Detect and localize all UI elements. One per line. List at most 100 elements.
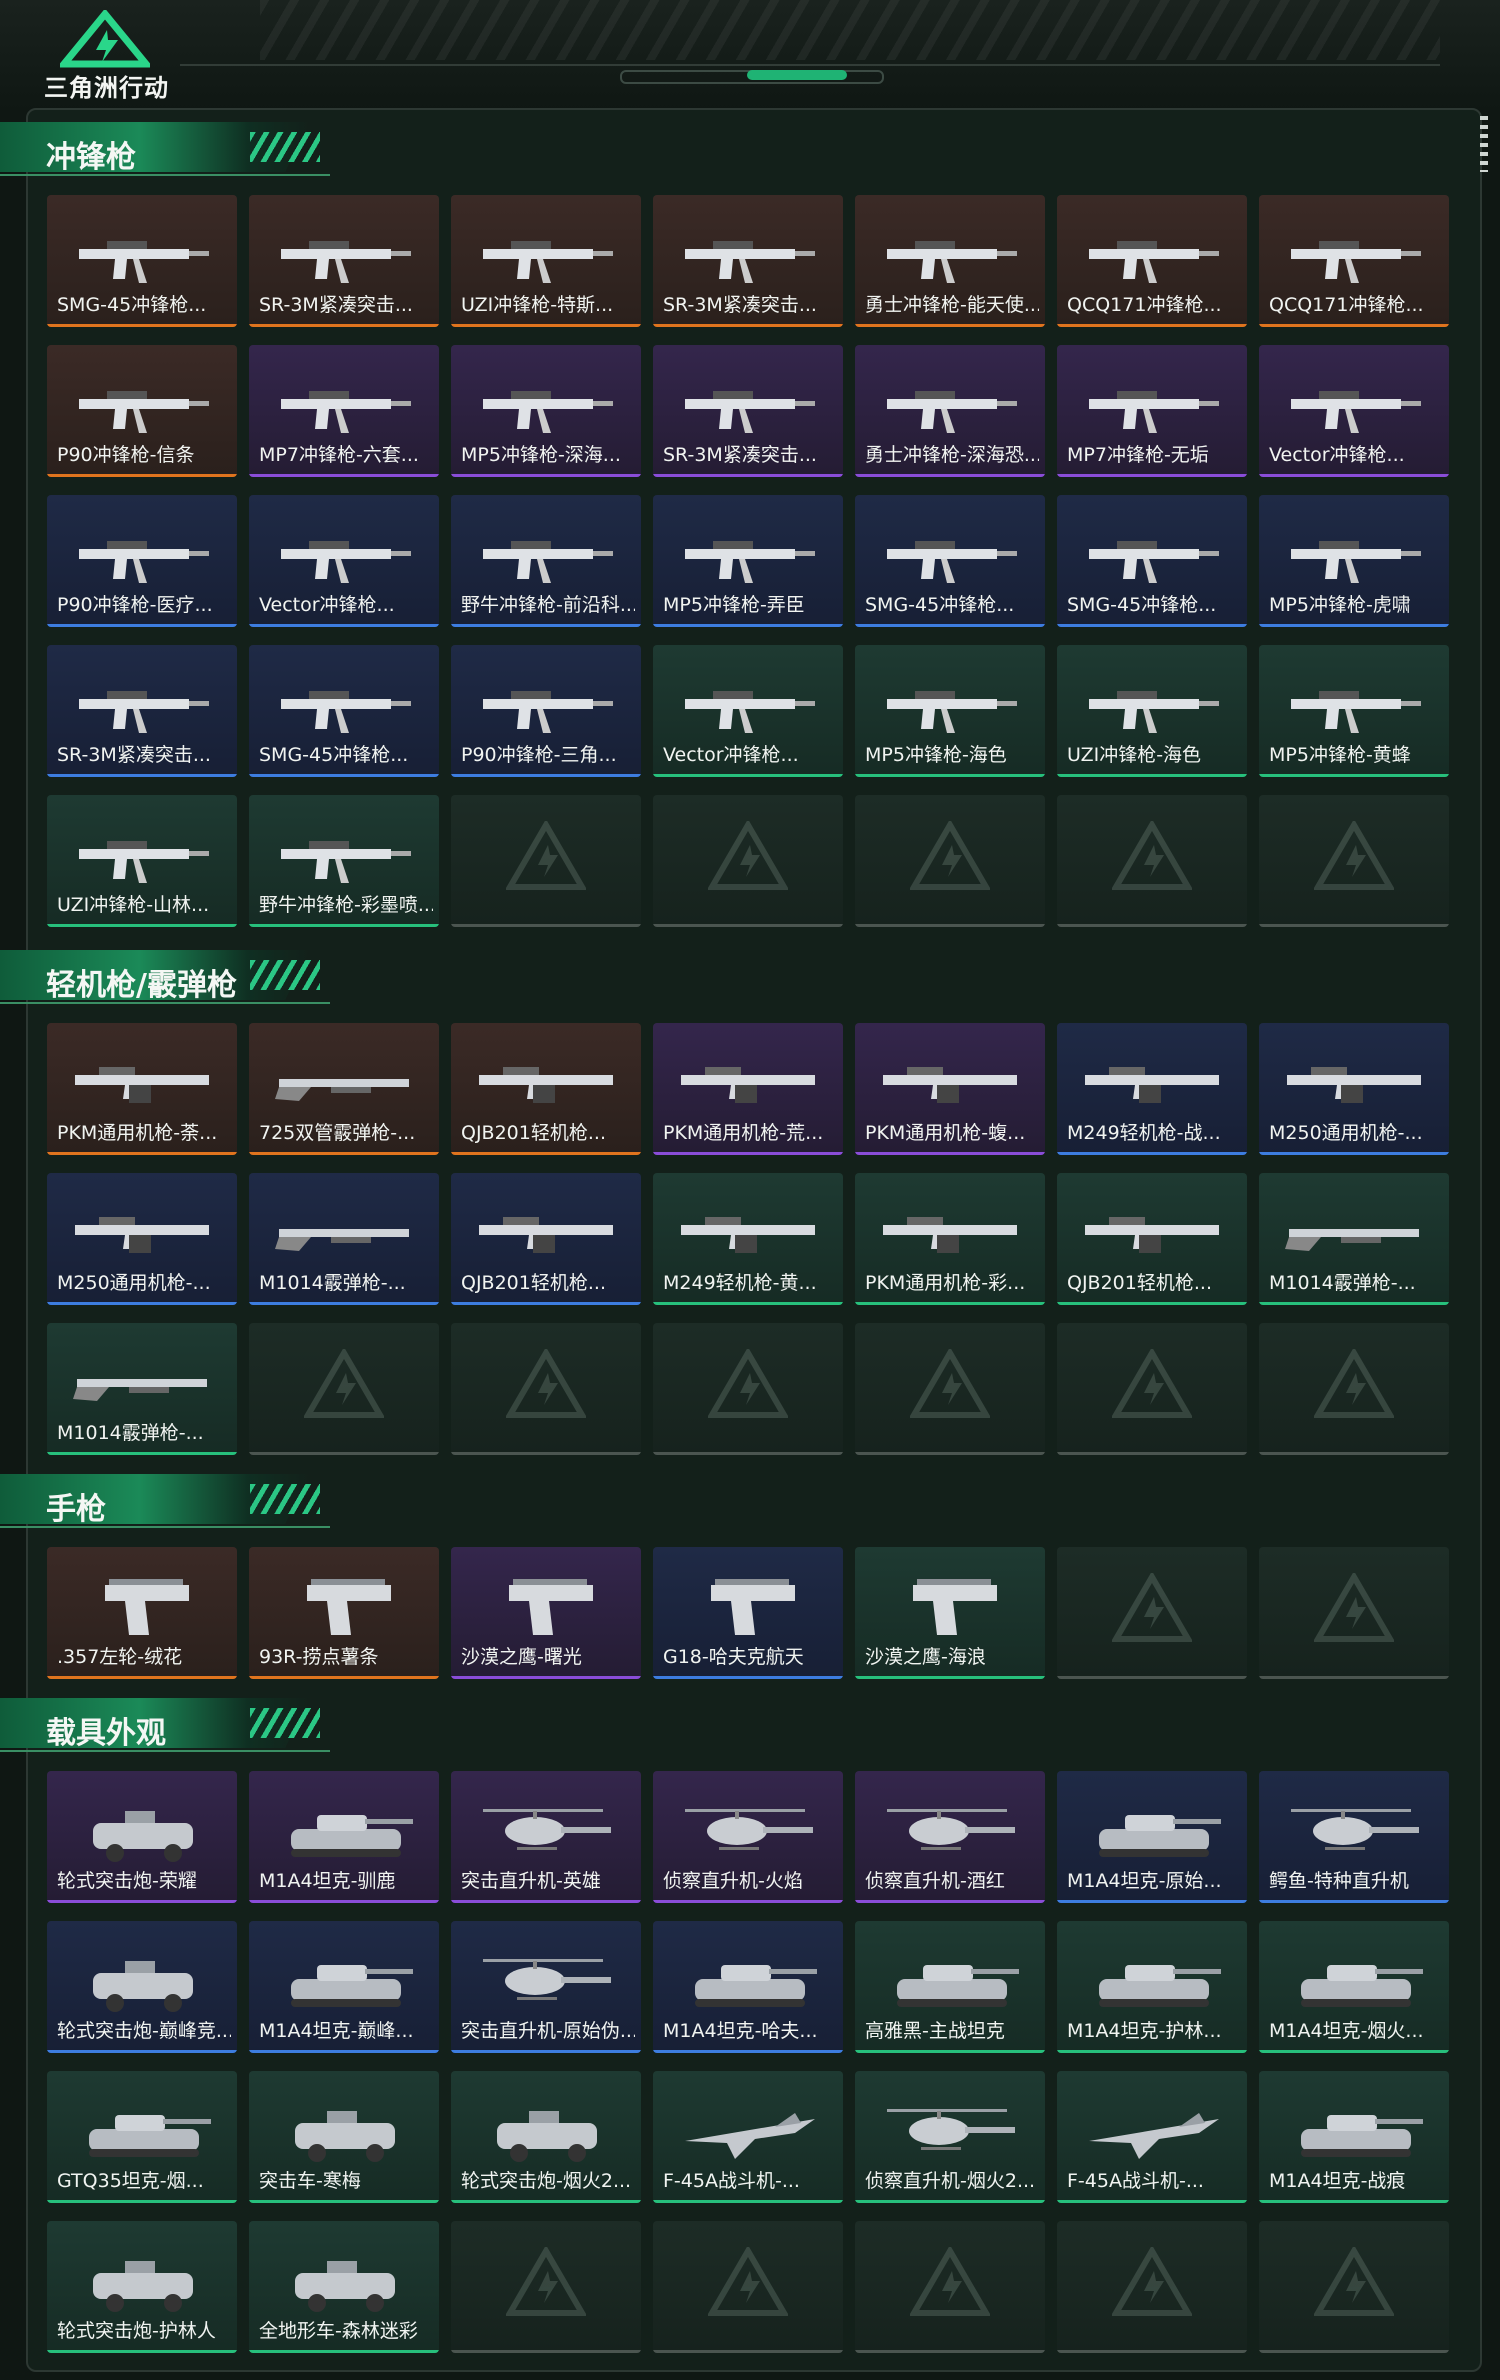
- item-tile[interactable]: M249轻机枪-黄...: [653, 1173, 843, 1305]
- item-tile[interactable]: 突击直升机-英雄: [451, 1771, 641, 1903]
- item-label: MP7冲锋枪-无垢: [1067, 444, 1209, 466]
- item-tile[interactable]: QJB201轻机枪...: [451, 1173, 641, 1305]
- pistol-icon: [509, 1579, 593, 1635]
- item-tile[interactable]: 沙漠之鹰-海浪: [855, 1547, 1045, 1679]
- empty-slot-bar: [1259, 2350, 1449, 2353]
- item-tile[interactable]: 野牛冲锋枪-彩墨喷...: [249, 795, 439, 927]
- item-tile[interactable]: .357左轮-绒花: [47, 1547, 237, 1679]
- rarity-bar: [249, 2050, 439, 2053]
- scroll-indicator[interactable]: [1480, 116, 1488, 172]
- item-tile[interactable]: UZI冲锋枪-特斯...: [451, 195, 641, 327]
- item-tile[interactable]: M250通用机枪-...: [47, 1173, 237, 1305]
- item-tile[interactable]: MP7冲锋枪-无垢: [1057, 345, 1247, 477]
- empty-slot-bar: [1057, 1452, 1247, 1455]
- empty-slot-bar: [1259, 924, 1449, 927]
- item-tile[interactable]: 沙漠之鹰-曙光: [451, 1547, 641, 1679]
- item-tile[interactable]: SMG-45冲锋枪...: [855, 495, 1045, 627]
- rarity-bar: [451, 1302, 641, 1305]
- item-tile[interactable]: F-45A战斗机-...: [1057, 2071, 1247, 2203]
- item-tile[interactable]: M1A4坦克-巅峰...: [249, 1921, 439, 2053]
- item-label: QJB201轻机枪...: [461, 1272, 606, 1294]
- item-tile[interactable]: SR-3M紧凑突击...: [653, 195, 843, 327]
- empty-slot: [855, 1323, 1045, 1455]
- rarity-bar: [1057, 1302, 1247, 1305]
- item-tile[interactable]: SR-3M紧凑突击...: [47, 645, 237, 777]
- item-tile[interactable]: SMG-45冲锋枪...: [1057, 495, 1247, 627]
- smg-icon: [483, 691, 613, 733]
- item-tile[interactable]: 突击直升机-原始伪...: [451, 1921, 641, 2053]
- item-tile[interactable]: SR-3M紧凑突击...: [653, 345, 843, 477]
- item-tile[interactable]: MP5冲锋枪-黄蜂: [1259, 645, 1449, 777]
- item-tile[interactable]: Vector冲锋枪...: [249, 495, 439, 627]
- item-tile[interactable]: 侦察直升机-酒红: [855, 1771, 1045, 1903]
- item-tile[interactable]: M1014霰弹枪-...: [1259, 1173, 1449, 1305]
- rarity-bar: [249, 2200, 439, 2203]
- item-tile[interactable]: M1A4坦克-原始...: [1057, 1771, 1247, 1903]
- item-tile[interactable]: PKM通用机枪-蝮...: [855, 1023, 1045, 1155]
- smg-icon: [281, 841, 411, 883]
- item-tile[interactable]: P90冲锋枪-三角...: [451, 645, 641, 777]
- item-tile[interactable]: M1A4坦克-哈夫...: [653, 1921, 843, 2053]
- item-tile[interactable]: M1A4坦克-护林...: [1057, 1921, 1247, 2053]
- delta-watermark-icon: [1314, 1573, 1394, 1642]
- item-tile[interactable]: PKM通用机枪-彩...: [855, 1173, 1045, 1305]
- item-tile[interactable]: 鳄鱼-特种直升机: [1259, 1771, 1449, 1903]
- item-tile[interactable]: M249轻机枪-战...: [1057, 1023, 1247, 1155]
- item-tile[interactable]: Vector冲锋枪...: [1259, 345, 1449, 477]
- item-tile[interactable]: MP5冲锋枪-虎啸: [1259, 495, 1449, 627]
- item-label: 725双管霰弹枪-...: [259, 1122, 416, 1144]
- item-tile[interactable]: 93R-捞点薯条: [249, 1547, 439, 1679]
- item-tile[interactable]: 突击车-寒梅: [249, 2071, 439, 2203]
- item-label: SMG-45冲锋枪...: [1067, 594, 1217, 616]
- item-tile[interactable]: 725双管霰弹枪-...: [249, 1023, 439, 1155]
- item-tile[interactable]: M1A4坦克-驯鹿: [249, 1771, 439, 1903]
- item-tile[interactable]: QJB201轻机枪...: [1057, 1173, 1247, 1305]
- item-tile[interactable]: 勇士冲锋枪-能天使...: [855, 195, 1045, 327]
- item-tile[interactable]: PKM通用机枪-荼...: [47, 1023, 237, 1155]
- delta-watermark-icon: [708, 1349, 788, 1418]
- item-tile[interactable]: 侦察直升机-火焰: [653, 1771, 843, 1903]
- item-tile[interactable]: SR-3M紧凑突击...: [249, 195, 439, 327]
- item-tile[interactable]: QCQ171冲锋枪...: [1057, 195, 1247, 327]
- item-tile[interactable]: M250通用机枪-...: [1259, 1023, 1449, 1155]
- item-tile[interactable]: 轮式突击炮-荣耀: [47, 1771, 237, 1903]
- empty-slot: [451, 2221, 641, 2353]
- item-tile[interactable]: M1014霰弹枪-...: [249, 1173, 439, 1305]
- item-tile[interactable]: QCQ171冲锋枪...: [1259, 195, 1449, 327]
- item-tile[interactable]: MP5冲锋枪-弄臣: [653, 495, 843, 627]
- item-tile[interactable]: 野牛冲锋枪-前沿科...: [451, 495, 641, 627]
- item-tile[interactable]: 轮式突击炮-巅峰竞...: [47, 1921, 237, 2053]
- item-tile[interactable]: 全地形车-森林迷彩: [249, 2221, 439, 2353]
- pistol-icon: [105, 1579, 189, 1635]
- item-tile[interactable]: SMG-45冲锋枪...: [47, 195, 237, 327]
- item-tile[interactable]: G18-哈夫克航天: [653, 1547, 843, 1679]
- item-tile[interactable]: 勇士冲锋枪-深海恐...: [855, 345, 1045, 477]
- item-tile[interactable]: M1014霰弹枪-...: [47, 1323, 237, 1455]
- item-tile[interactable]: 轮式突击炮-烟火2...: [451, 2071, 641, 2203]
- item-label: MP5冲锋枪-弄臣: [663, 594, 805, 616]
- item-tile[interactable]: SMG-45冲锋枪...: [249, 645, 439, 777]
- item-tile[interactable]: Vector冲锋枪...: [653, 645, 843, 777]
- item-tile[interactable]: PKM通用机枪-荒...: [653, 1023, 843, 1155]
- item-tile[interactable]: 轮式突击炮-护林人: [47, 2221, 237, 2353]
- item-tile[interactable]: M1A4坦克-烟火...: [1259, 1921, 1449, 2053]
- item-tile[interactable]: UZI冲锋枪-海色: [1057, 645, 1247, 777]
- item-tile[interactable]: M1A4坦克-战痕: [1259, 2071, 1449, 2203]
- smg-icon: [79, 241, 209, 283]
- helicopter-icon: [483, 1809, 611, 1850]
- item-tile[interactable]: F-45A战斗机-...: [653, 2071, 843, 2203]
- item-tile[interactable]: 高雅黑-主战坦克: [855, 1921, 1045, 2053]
- item-tile[interactable]: GTQ35坦克-烟...: [47, 2071, 237, 2203]
- item-tile[interactable]: MP5冲锋枪-海色: [855, 645, 1045, 777]
- tank-icon: [695, 1965, 817, 2007]
- item-tile[interactable]: MP7冲锋枪-六套...: [249, 345, 439, 477]
- item-tile[interactable]: 侦察直升机-烟火2...: [855, 2071, 1045, 2203]
- item-tile[interactable]: UZI冲锋枪-山林...: [47, 795, 237, 927]
- delta-watermark-icon: [506, 821, 586, 890]
- item-tile[interactable]: P90冲锋枪-医疗...: [47, 495, 237, 627]
- item-label: M250通用机枪-...: [57, 1272, 211, 1294]
- rarity-bar: [249, 774, 439, 777]
- item-tile[interactable]: P90冲锋枪-信条: [47, 345, 237, 477]
- item-tile[interactable]: MP5冲锋枪-深海...: [451, 345, 641, 477]
- item-tile[interactable]: QJB201轻机枪...: [451, 1023, 641, 1155]
